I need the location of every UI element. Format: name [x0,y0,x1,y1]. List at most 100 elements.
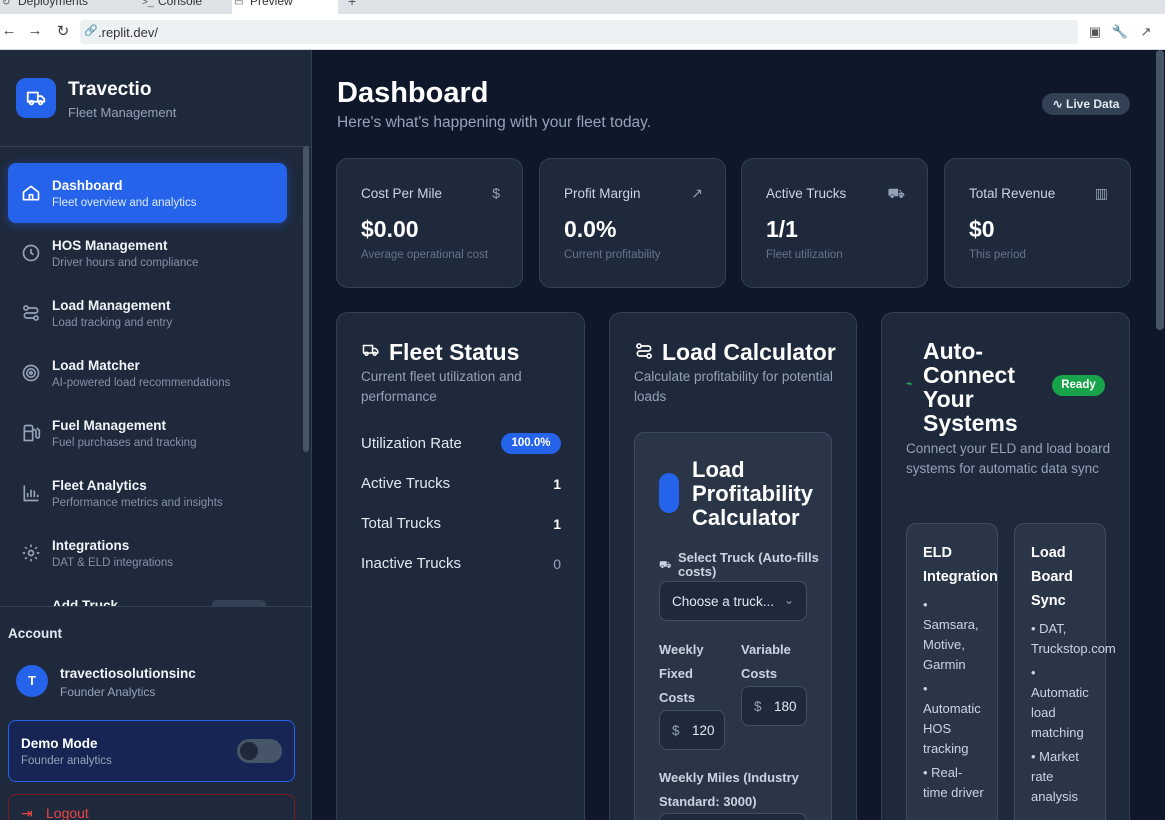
utilization-row: Utilization Rate 100.0% [361,433,561,455]
tab-deployments[interactable]: ↻ Deployments [0,0,120,14]
load-board-sync-card: Load Board Sync • DAT, Truckstop.com • A… [1014,523,1116,820]
url-field[interactable]: 🔗 .replit.dev/ [80,20,1078,44]
bullet: • [923,681,928,696]
weekly-fixed-costs-label: Weekly Fixed Costs [659,642,704,705]
list-item: • DAT, Truckstop.com [1031,621,1116,656]
active-trucks-row: Active Trucks 1 [361,473,561,495]
weekly-fixed-costs-input[interactable]: $ 120 [659,710,725,750]
link-icon: 🔗 [84,25,98,37]
account-role: Founder Analytics [60,685,156,699]
row-label: Active Trucks [361,475,451,492]
list-item: Samsara, Motive, Garmin [923,617,979,672]
stat-card-total-revenue: Total Revenue ▥ $0 This period [944,158,1131,288]
row-value: 1 [553,476,561,492]
divider [0,146,311,147]
tab-console[interactable]: >_ Console [140,0,230,14]
page-subtitle: Here's what's happening with your fleet … [337,114,652,131]
bullet: • [923,597,928,612]
clock-icon [22,244,40,262]
calculator-title: Load Profitability Calculator [692,457,814,530]
variable-costs-input[interactable]: $ 180 [741,686,807,726]
truck-icon: ⛟ [887,185,905,201]
sidebar-item-dashboard[interactable]: Dashboard Fleet overview and analytics [8,163,287,223]
logout-button[interactable]: ⇥ Logout [8,794,295,820]
sidebar-item-description: AI-powered load recommendations [52,377,231,389]
demo-mode-subtitle: Founder analytics [21,755,112,767]
card-title: Fleet Status [389,339,520,365]
sidebar-item-label: Integrations [52,538,130,553]
tab-preview[interactable]: ▭ Preview [232,0,338,14]
preview-icon: ▭ [234,0,244,8]
target-icon [22,364,40,382]
sidebar-item-load-management[interactable]: Load Management Load tracking and entry [8,283,287,343]
back-icon[interactable]: ← [0,22,18,39]
card-subtitle: Connect your ELD and load board systems … [906,441,1111,476]
ready-badge: Ready [1052,375,1105,396]
plug-icon: ⌁ [906,378,913,390]
devices-icon[interactable]: ▣ [1086,24,1104,40]
stat-label: Cost Per Mile [361,186,443,201]
accent-bar [659,473,679,513]
stat-card-active-trucks: Active Trucks ⛟ 1/1 Fleet utilization [741,158,928,288]
input-value: 180 [774,699,797,714]
row-label: Total Trucks [361,515,442,532]
sidebar-item-integrations[interactable]: Integrations DAT & ELD integrations [8,523,287,583]
sidebar-item-fuel[interactable]: Fuel Management Fuel purchases and track… [8,403,287,463]
forward-icon[interactable]: → [26,22,44,39]
demo-mode-toggle[interactable] [237,739,282,763]
card-subtitle: Current fleet utilization and performanc… [361,369,522,404]
total-trucks-row: Total Trucks 1 [361,513,561,535]
sidebar-item-hos[interactable]: HOS Management Driver hours and complian… [8,223,287,283]
stat-card-cost-per-mile: Cost Per Mile $ $0.00 Average operationa… [336,158,523,288]
new-tab-button[interactable]: + [348,0,356,9]
select-truck-label: Select Truck (Auto-fills costs) [678,550,819,579]
logout-label: Logout [46,805,89,820]
route-icon [636,343,652,359]
sidebar-item-description: DAT & ELD integrations [52,557,174,569]
stat-value: $0 [969,216,995,242]
auto-connect-card: ⌁ Auto-Connect Your Systems Ready Connec… [881,312,1130,820]
sidebar-item-label: Fuel Management [52,418,167,433]
account-name: travectiosolutionsinc [60,666,196,681]
activity-icon: ∿ [1052,97,1063,111]
main-scrollbar[interactable] [1156,50,1164,330]
sidebar-item-description: Load tracking and entry [52,317,173,329]
external-link-icon[interactable]: ↗ [1137,24,1155,40]
list-item: • Market rate analysis [1031,749,1079,804]
chevron-down-icon: ⌄ [783,593,794,607]
wrench-icon[interactable]: 🔧 [1111,24,1129,40]
sidebar: Travectio Fleet Management Dashboard Fle… [0,50,312,820]
logout-icon: ⇥ [21,805,33,820]
trending-up-icon: ↗ [691,185,703,201]
weekly-miles-label: Weekly Miles (Industry Standard: 3000) [659,770,799,809]
stat-note: Average operational cost [361,249,489,261]
card-title: Auto-Connect Your Systems [923,338,1018,436]
sidebar-nav: Dashboard Fleet overview and analytics H… [8,163,288,643]
fuel-icon [23,424,41,442]
row-label: Inactive Trucks [361,555,462,572]
card-title: Load Calculator [662,339,836,365]
sidebar-item-description: Performance metrics and insights [52,497,223,509]
truck-icon: ⛟ [659,560,672,571]
home-icon [22,185,40,201]
reload-icon[interactable]: ↻ [54,22,72,40]
truck-select[interactable]: Choose a truck... ⌄ [659,581,807,621]
sidebar-item-fleet-analytics[interactable]: Fleet Analytics Performance metrics and … [8,463,287,523]
sidebar-item-description: Fuel purchases and tracking [52,437,197,449]
sidebar-scrollbar[interactable] [303,146,309,452]
dollar-icon: $ [492,185,500,201]
row-value: 0 [553,556,561,572]
sidebar-item-label: HOS Management [52,238,168,253]
stat-note: This period [969,249,1026,261]
toggle-knob [240,742,258,760]
stat-label: Total Revenue [969,186,1056,201]
input-value: 120 [692,723,715,738]
account-section: Account T travectiosolutionsinc Founder … [0,606,311,820]
stat-label: Active Trucks [766,186,847,201]
sidebar-item-label: Dashboard [52,178,123,193]
route-icon [23,305,39,321]
load-calculator-card: Load Calculator Calculate profitability … [609,312,857,820]
sidebar-item-load-matcher[interactable]: Load Matcher AI-powered load recommendat… [8,343,287,403]
page-title: Dashboard [337,77,489,109]
weekly-miles-input[interactable] [659,813,807,820]
